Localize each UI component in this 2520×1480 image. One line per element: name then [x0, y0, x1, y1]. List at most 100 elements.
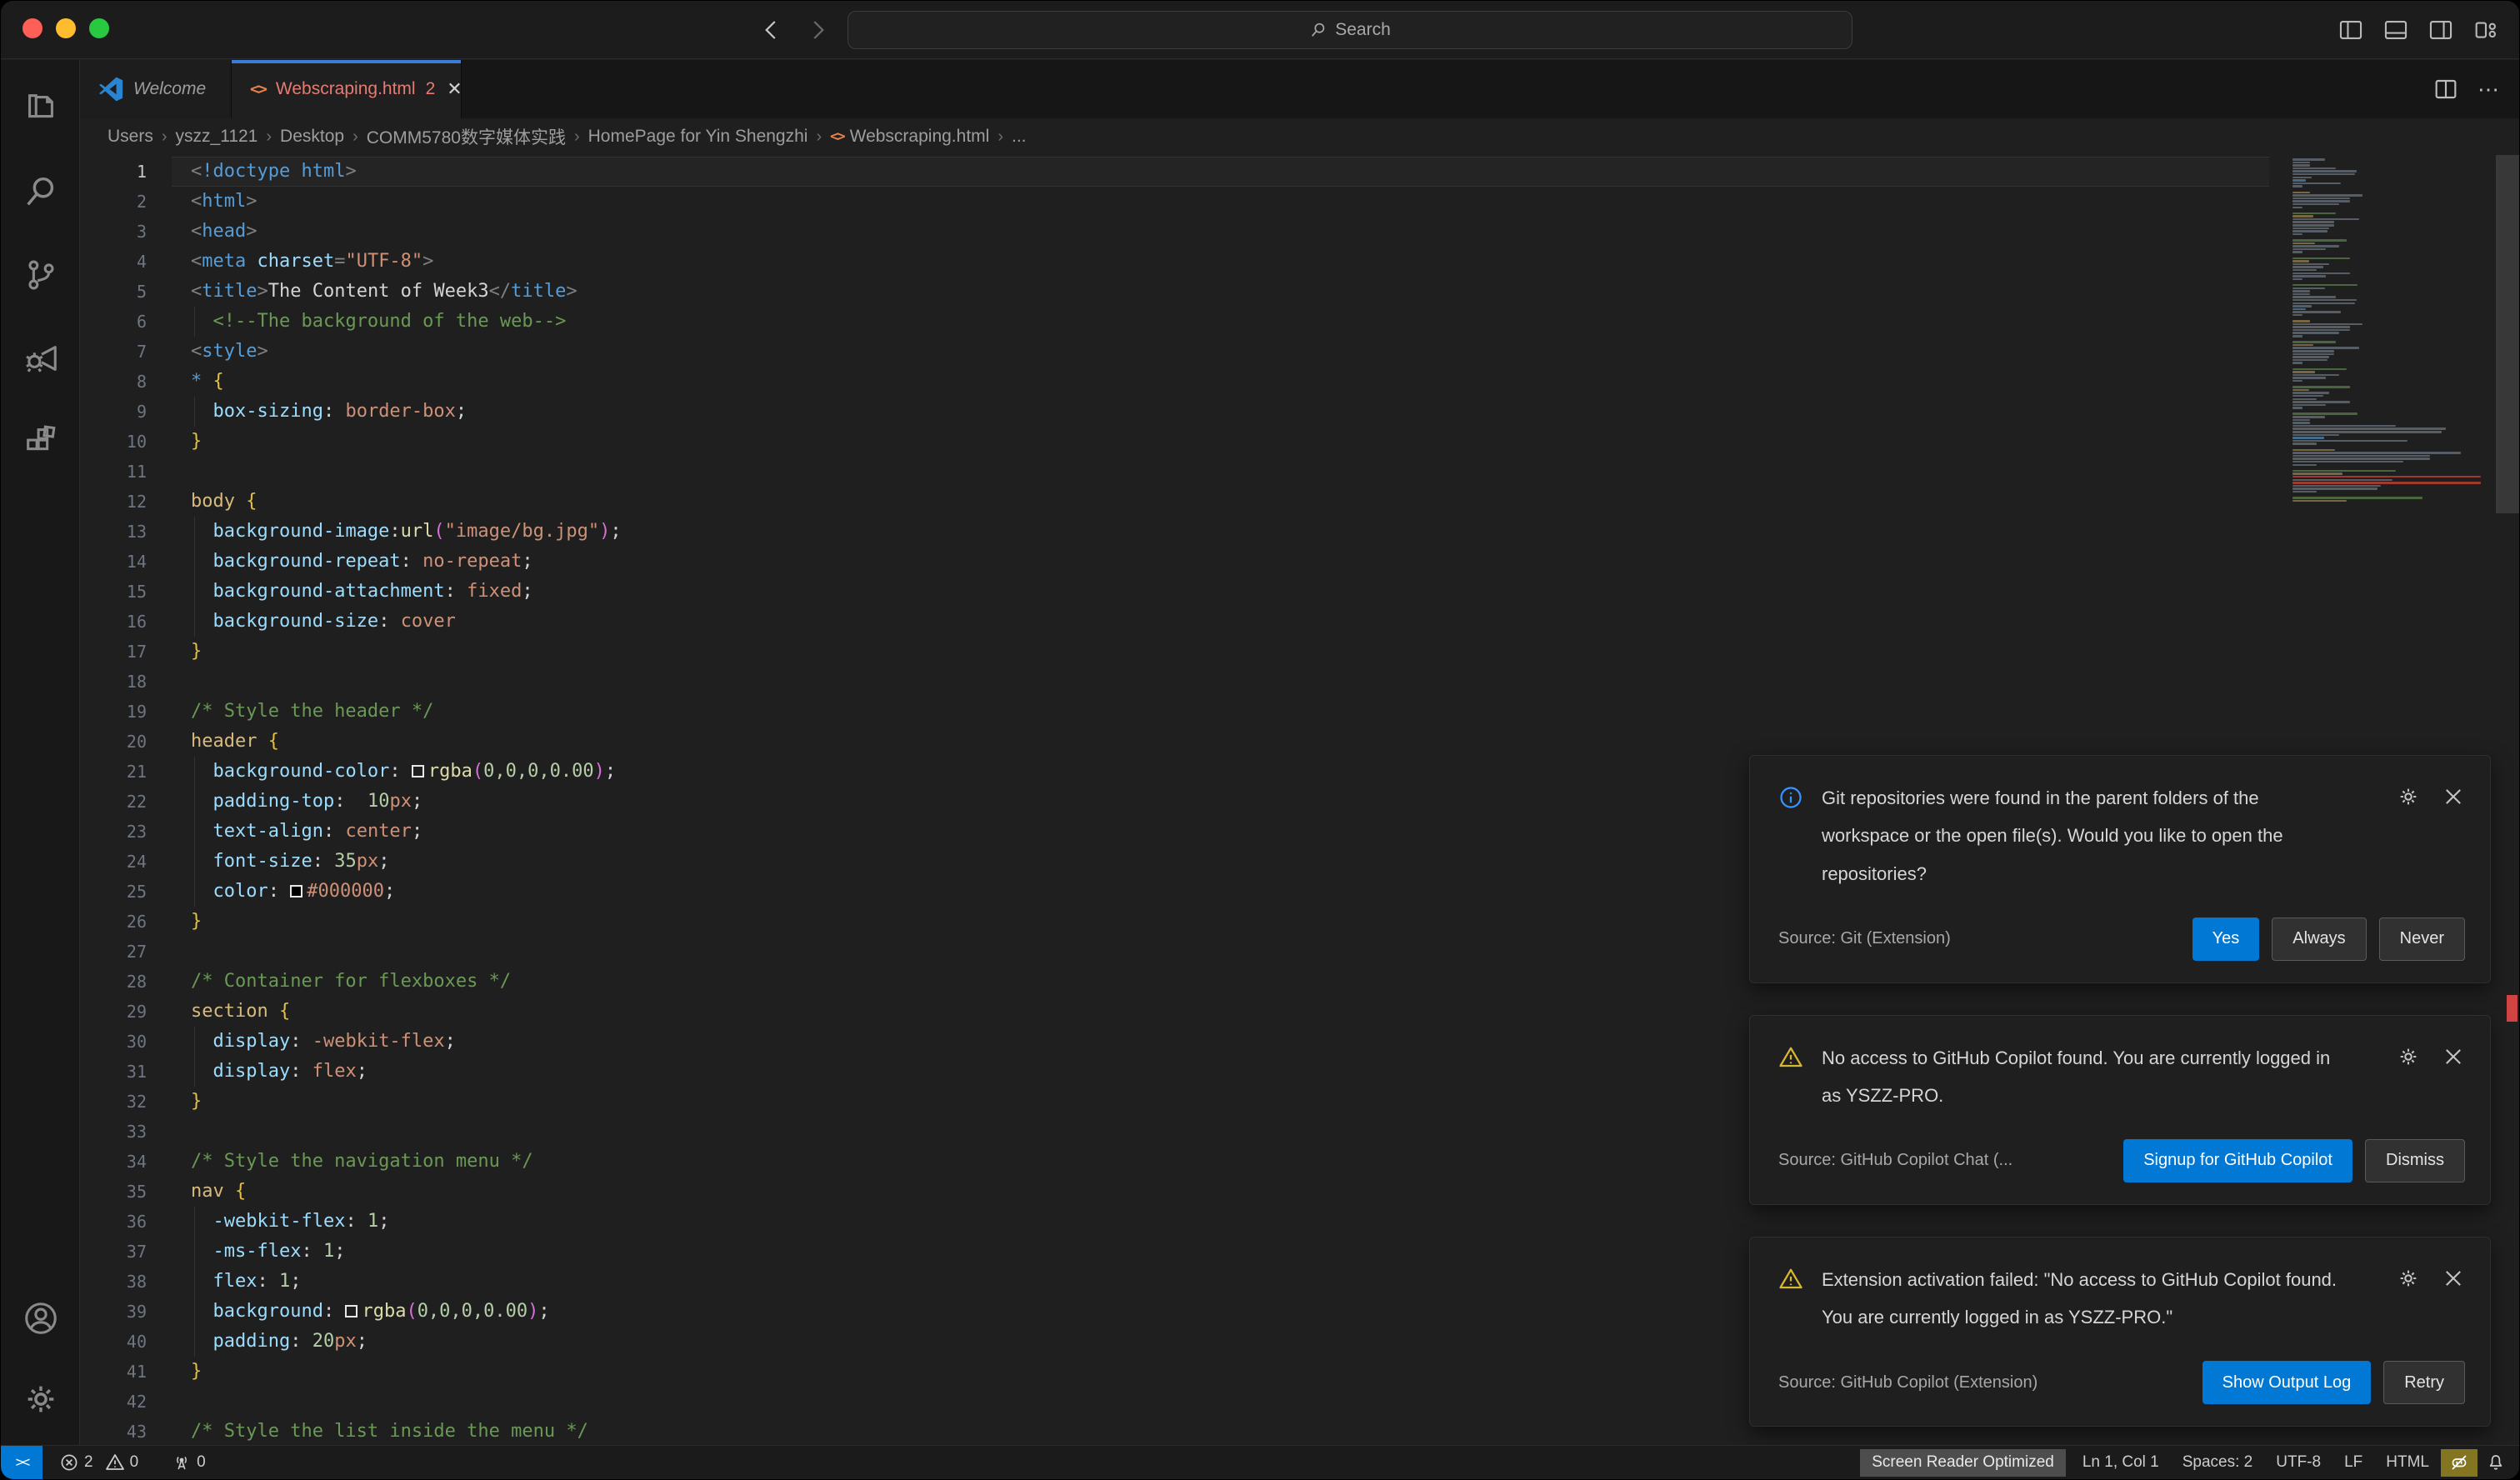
accounts-icon[interactable] [1, 1278, 80, 1358]
tab-close-icon[interactable]: ✕ [447, 78, 462, 100]
minimap-line [2292, 440, 2408, 442]
minimap-line [2292, 173, 2355, 176]
code-text: nav { [191, 1177, 246, 1207]
status-item-spaces-2[interactable]: Spaces: 2 [2171, 1449, 2265, 1477]
configure-gear-icon[interactable] [2397, 785, 2420, 812]
minimap-line [2292, 311, 2341, 313]
minimap-line [2292, 192, 2310, 194]
notification-toast: Git repositories were found in the paren… [1749, 755, 2491, 982]
breadcrumb-item[interactable]: HomePage for Yin Shengzhi [588, 127, 808, 147]
source-control-icon[interactable] [1, 235, 80, 314]
minimap-line [2292, 419, 2310, 422]
signup-for-github-copilot-button[interactable]: Signup for GitHub Copilot [2123, 1139, 2352, 1182]
status-item-utf-8[interactable]: UTF-8 [2264, 1449, 2332, 1477]
warning-icon [1778, 1267, 1803, 1292]
code-text: } [191, 907, 202, 937]
color-swatch[interactable] [290, 885, 302, 898]
minimap-line [2292, 350, 2334, 352]
close-icon[interactable] [2442, 1045, 2465, 1072]
settings-gear-icon[interactable] [1, 1359, 80, 1438]
minimap-line [2292, 207, 2302, 209]
toggle-secondary-sidebar-icon[interactable] [2424, 13, 2458, 47]
ports-status[interactable]: 0 [165, 1452, 212, 1472]
close-icon[interactable] [2442, 1267, 2465, 1294]
command-center-search[interactable]: Search [848, 11, 1852, 49]
minimap-line [2292, 353, 2334, 356]
window-zoom-button[interactable] [89, 18, 109, 38]
minimap[interactable] [2292, 158, 2494, 502]
extensions-icon[interactable] [1, 402, 80, 481]
minimap-line [2292, 442, 2317, 445]
line-number: 21 [80, 757, 147, 787]
breadcrumb-item[interactable]: yszz_1121 [176, 127, 258, 147]
toggle-primary-sidebar-icon[interactable] [2334, 13, 2368, 47]
minimap-line [2292, 371, 2315, 373]
always-button[interactable]: Always [2272, 918, 2366, 961]
code-text: section { [191, 997, 290, 1027]
configure-gear-icon[interactable] [2397, 1045, 2420, 1072]
copilot-disabled-icon[interactable] [2441, 1449, 2478, 1477]
minimap-line [2292, 455, 2430, 458]
code-text: flex: 1; [191, 1267, 301, 1297]
minimap-line [2292, 425, 2396, 428]
search-sidebar-icon[interactable] [1, 152, 80, 231]
breadcrumb-item[interactable]: Desktop [280, 127, 344, 147]
tab-webscraping-html[interactable]: <> Webscraping.html 2 ✕ [232, 60, 462, 118]
status-item-html[interactable]: HTML [2374, 1449, 2441, 1477]
minimap-line [2292, 332, 2339, 334]
breadcrumb-label: ... [1012, 127, 1027, 147]
breadcrumb-item[interactable]: Users [108, 127, 153, 147]
tab-welcome[interactable]: Welcome [80, 60, 232, 118]
remote-indicator[interactable]: >< [1, 1446, 42, 1479]
window-close-button[interactable] [22, 18, 42, 38]
code-text: background-color: rgba(0,0,0,0.00); [191, 757, 616, 787]
minimap-line [2292, 218, 2359, 221]
minimap-line [2292, 368, 2347, 371]
code-text: <title>The Content of Week3</title> [191, 277, 578, 307]
minimap-line [2292, 488, 2378, 490]
close-icon[interactable] [2442, 785, 2465, 812]
breadcrumb-item[interactable]: COMM5780数字媒体实践 [367, 124, 566, 149]
status-left: 2 0 0 [52, 1446, 212, 1479]
retry-button[interactable]: Retry [2383, 1361, 2465, 1404]
minimap-line [2292, 359, 2328, 362]
dismiss-button[interactable]: Dismiss [2365, 1139, 2465, 1182]
line-number: 1 [80, 157, 147, 187]
more-actions-icon[interactable]: ⋯ [2478, 77, 2501, 102]
code-text: padding: 20px; [191, 1327, 368, 1357]
show-output-log-button[interactable]: Show Output Log [2202, 1361, 2372, 1404]
status-item-ln-1-col-1[interactable]: Ln 1, Col 1 [2071, 1449, 2171, 1477]
scrollbar-slider[interactable] [2496, 155, 2519, 513]
color-swatch[interactable] [412, 765, 424, 778]
breadcrumb-item[interactable]: ... [1012, 127, 1027, 147]
toggle-panel-icon[interactable] [2379, 13, 2412, 47]
toast-footer: Source: Git (Extension)YesAlwaysNever [1778, 918, 2465, 961]
problems-status[interactable]: 2 0 [52, 1452, 145, 1472]
minimap-line [2292, 233, 2302, 236]
never-button[interactable]: Never [2379, 918, 2465, 961]
minimap-line [2292, 251, 2302, 253]
navigate-back-button[interactable] [755, 13, 788, 47]
run-debug-icon[interactable] [1, 318, 80, 398]
toast-buttons: Yes Always Never [2192, 918, 2465, 961]
yes-button[interactable]: Yes [2192, 918, 2260, 961]
notifications-bell-icon[interactable] [2478, 1449, 2514, 1477]
editor-tab-bar: Welcome <> Webscraping.html 2 ✕ [80, 60, 2519, 118]
status-item-lf[interactable]: LF [2332, 1449, 2374, 1477]
line-number: 17 [80, 637, 147, 667]
configure-gear-icon[interactable] [2397, 1267, 2420, 1294]
line-number: 28 [80, 967, 147, 997]
status-item-screen-reader-optimized[interactable]: Screen Reader Optimized [1860, 1449, 2066, 1477]
breadcrumb-label: Desktop [280, 127, 344, 147]
navigate-forward-button[interactable] [801, 13, 834, 47]
split-editor-icon[interactable] [2432, 76, 2459, 102]
color-swatch[interactable] [345, 1305, 358, 1318]
line-number: 22 [80, 787, 147, 817]
minimap-line [2292, 302, 2355, 305]
customize-layout-icon[interactable] [2469, 13, 2502, 47]
breadcrumb-item[interactable]: <>Webscraping.html [830, 127, 989, 147]
code-text: background-size: cover [191, 607, 456, 637]
code-line: 8* { [80, 367, 2519, 397]
explorer-icon[interactable] [1, 68, 80, 148]
window-minimize-button[interactable] [56, 18, 76, 38]
